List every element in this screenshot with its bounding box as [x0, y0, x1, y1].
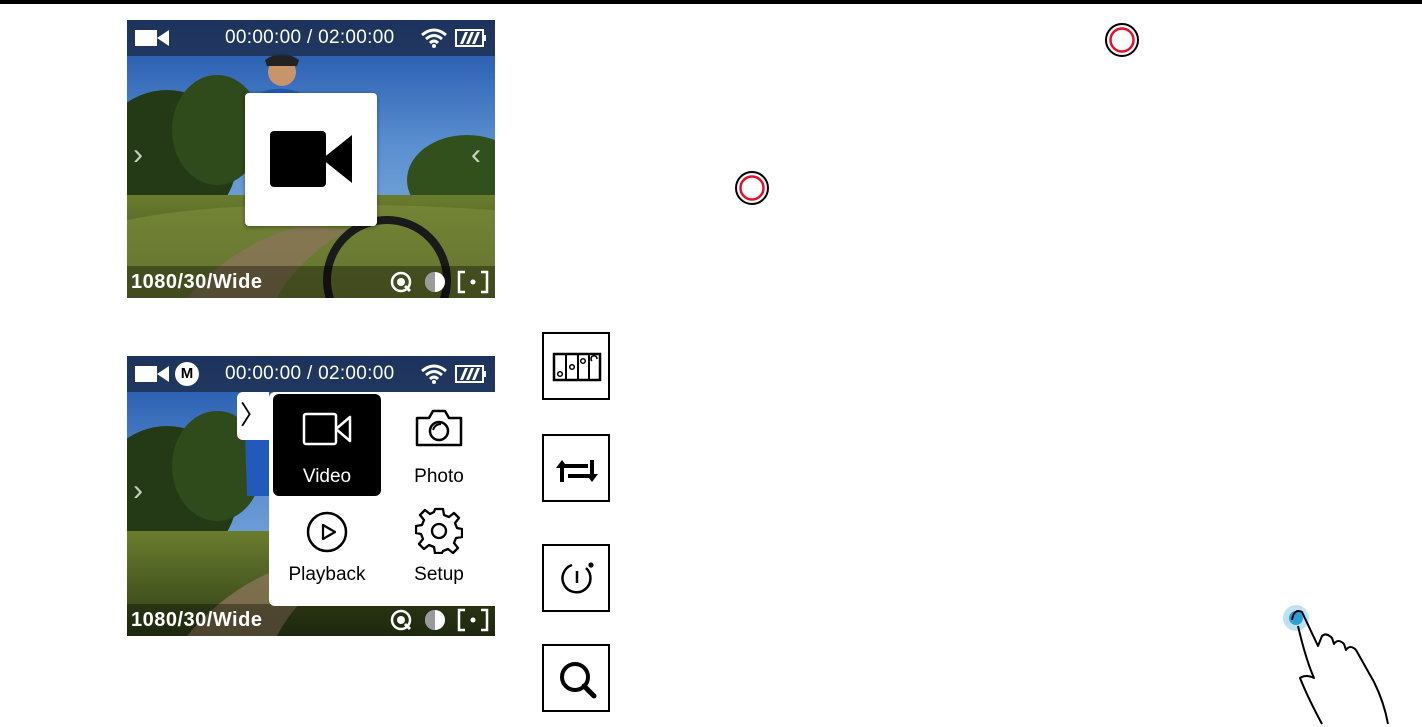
recording-timecode: 00:00:00 / 02:00:00 [225, 27, 395, 48]
swap-arrows-icon [556, 460, 598, 482]
manual-mode-badge: M [175, 362, 199, 386]
menu-item-label: Playback [288, 564, 366, 585]
camera-screen-live-view: › ‹ 00:00:00 / 02:00:00 1080/30/Wide [127, 20, 495, 298]
focus-bracket-icon [457, 608, 489, 632]
touch-gesture-icon [1283, 605, 1389, 725]
gear-icon [415, 507, 463, 554]
wifi-icon [421, 28, 447, 48]
resolution-label: 1080/30/Wide [131, 609, 263, 631]
status-bar: 00:00:00 / 02:00:00 [127, 20, 495, 56]
power-timer-icon-box [542, 544, 610, 612]
video-mode-icon [135, 30, 169, 46]
battery-icon [455, 365, 486, 383]
zoom-icon [390, 609, 412, 631]
record-button-icon [1105, 23, 1139, 57]
top-divider [0, 0, 1422, 4]
timeline-icon-box [542, 332, 610, 400]
wifi-icon [421, 364, 447, 384]
exposure-icon [425, 610, 445, 630]
power-timer-icon [561, 562, 594, 594]
menu-item-label: Video [302, 466, 352, 487]
recording-timecode: 00:00:00 / 02:00:00 [225, 363, 395, 384]
menu-item-photo[interactable]: Photo [385, 394, 493, 496]
focus-bracket-icon [457, 270, 489, 294]
menu-item-setup[interactable]: Setup [385, 498, 493, 600]
timeline-icon [552, 352, 602, 382]
chevron-right-icon[interactable]: ‹ [471, 138, 481, 172]
status-bar: M 00:00:00 / 02:00:00 [127, 356, 495, 392]
bottom-bar: 1080/30/Wide [127, 266, 495, 298]
bottom-bar: 1080/30/Wide [127, 604, 495, 636]
mode-popup [245, 93, 377, 226]
swap-icon-box [542, 434, 610, 502]
camera-icon [415, 409, 463, 447]
menu-item-label: Photo [414, 466, 464, 487]
mode-menu-panel: Video Photo Playback Setup [269, 392, 495, 606]
play-icon [306, 511, 348, 553]
search-icon [560, 662, 597, 699]
battery-icon [455, 29, 486, 47]
video-camera-icon [270, 131, 352, 187]
menu-item-video[interactable]: Video [273, 394, 381, 496]
record-button-icon [735, 171, 769, 205]
video-camera-icon [302, 412, 352, 446]
menu-collapse-tab[interactable]: 〉 [237, 392, 269, 440]
menu-item-label: Setup [414, 564, 464, 585]
chevron-left-icon[interactable]: › [133, 138, 143, 172]
video-mode-icon [135, 366, 169, 382]
camera-screen-menu: › M 00:00:00 / 02:00:00 1080/30/Wide 〉 V… [127, 356, 495, 636]
menu-item-playback[interactable]: Playback [273, 498, 381, 600]
search-icon-box [542, 644, 610, 712]
chevron-left-icon[interactable]: › [133, 474, 143, 508]
exposure-icon [425, 272, 445, 292]
zoom-icon [390, 271, 412, 293]
resolution-label: 1080/30/Wide [131, 271, 263, 293]
